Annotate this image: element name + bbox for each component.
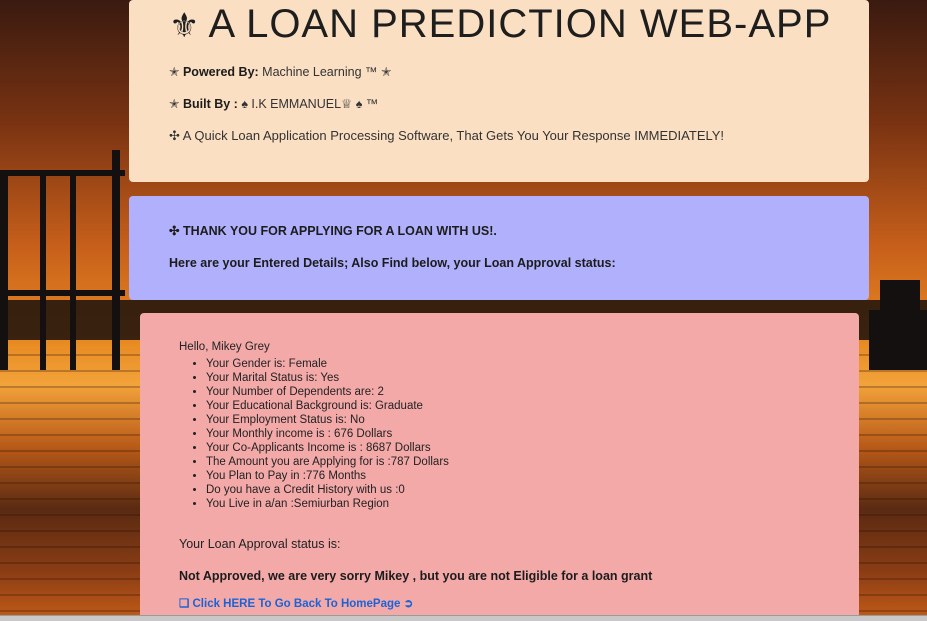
fleur-de-lis-icon: ⚜: [169, 7, 201, 45]
list-item: Your Gender is: Female: [206, 357, 449, 371]
powered-by-value: Machine Learning ™ ✭: [262, 65, 392, 79]
list-item: You Live in a/an :Semiurban Region: [206, 497, 449, 511]
greeting: Hello, Mikey Grey: [179, 341, 270, 353]
built-by-label: Built By :: [182, 97, 238, 111]
details-list: Your Gender is: Female Your Marital Stat…: [186, 357, 449, 511]
list-item: Your Educational Background is: Graduate: [206, 399, 449, 413]
list-item: You Plan to Pay in :776 Months: [206, 469, 449, 483]
header-panel: ⚜ A LOAN PREDICTION WEB-APP ✭ Powered By:…: [129, 0, 869, 182]
thanks-subtitle: Here are your Entered Details; Also Find…: [169, 256, 616, 270]
thanks-panel: ✣ THANK YOU FOR APPLYING FOR A LOAN WITH…: [129, 196, 869, 300]
list-item: Do you have a Credit History with us :0: [206, 483, 449, 497]
built-by-line: ✭ Built By : ♠ I.K EMMANUEL♕ ♠ ™: [169, 96, 378, 111]
tagline: ✣ A Quick Loan Application Processing So…: [169, 128, 725, 143]
list-item: Your Monthly income is : 676 Dollars: [206, 427, 449, 441]
star-icon: ✭: [169, 65, 180, 79]
powered-by-line: ✭ Powered By: Machine Learning ™ ✭: [169, 64, 391, 79]
list-item: Your Co-Applicants Income is : 8687 Doll…: [206, 441, 449, 455]
approval-status-result: Not Approved, we are very sorry Mikey , …: [179, 569, 653, 583]
back-to-homepage-link[interactable]: ❑ Click HERE To Go Back To HomePage ➲: [179, 596, 413, 610]
result-panel: Hello, Mikey Grey Your Gender is: Female…: [140, 313, 859, 621]
list-item: Your Marital Status is: Yes: [206, 371, 449, 385]
powered-by-label: Powered By:: [182, 65, 259, 79]
built-by-value: ♠ I.K EMMANUEL♕ ♠ ™: [241, 97, 379, 111]
approval-status-label: Your Loan Approval status is:: [179, 537, 341, 551]
list-item: Your Number of Dependents are: 2: [206, 385, 449, 399]
app-title: ⚜ A LOAN PREDICTION WEB-APP: [169, 2, 831, 47]
taskbar-strip: [0, 615, 927, 621]
list-item: The Amount you are Applying for is :787 …: [206, 455, 449, 469]
star-icon: ✭: [169, 97, 180, 111]
app-title-text: A LOAN PREDICTION WEB-APP: [208, 2, 832, 46]
thanks-title: ✣ THANK YOU FOR APPLYING FOR A LOAN WITH…: [169, 224, 497, 238]
list-item: Your Employment Status is: No: [206, 413, 449, 427]
